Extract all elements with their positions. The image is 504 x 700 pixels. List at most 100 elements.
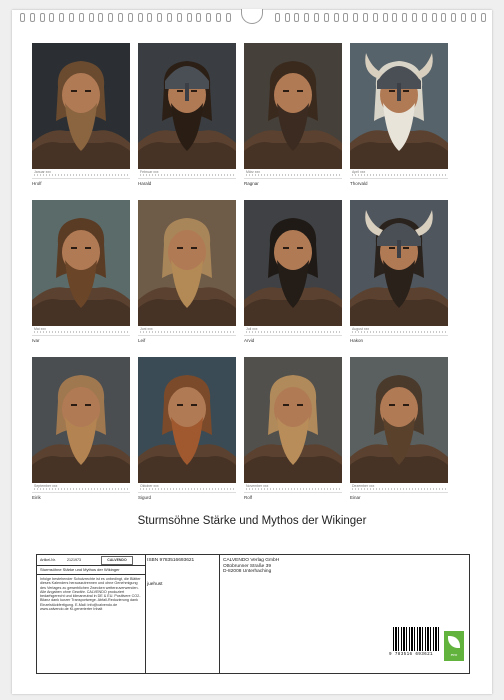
legal-notice: Infolge bestehender Schutzrechte ist es …: [40, 577, 141, 612]
viking-name: Ivar: [32, 338, 40, 343]
binding-ring: [49, 13, 55, 22]
binding-ring: [382, 13, 388, 22]
binding-ring: [225, 13, 231, 22]
binding-ring: [323, 13, 329, 22]
publisher-line: D-82008 Unterhaching: [223, 569, 272, 575]
binding-ring: [69, 13, 74, 22]
viking-portrait: [350, 43, 448, 169]
binding-ring: [29, 13, 35, 22]
binding-ring: [127, 13, 133, 22]
date-strip: Februar xxx: [138, 169, 236, 179]
day-grid: [246, 488, 340, 490]
binding-ring: [137, 13, 143, 22]
info-column-left: Artikel-Nr. 2121973 CALVENDO Sturmsöhne …: [37, 555, 146, 673]
date-strip: Januar xxx: [32, 169, 130, 179]
date-strip: April xxx: [350, 169, 448, 179]
binding-ring: [441, 13, 447, 22]
date-strip: Mai xxx: [32, 326, 130, 336]
binding-ring: [216, 13, 221, 22]
day-grid: [34, 174, 128, 176]
binding-ring: [284, 13, 290, 22]
date-strip: Dezember xxx: [350, 483, 448, 493]
viking-name: Hrolf: [32, 181, 42, 186]
viking-name: Arvid: [244, 338, 255, 343]
binding-ring: [304, 13, 310, 22]
viking-portrait: [138, 357, 236, 483]
info-column-middle: ISBN 9783516693621 juehust: [145, 555, 220, 673]
info-column-right: CALVENDO Verlag GmbH Ottobrunner Straße …: [219, 555, 469, 673]
article-number: 2121973: [67, 558, 81, 562]
binding-ring: [353, 13, 359, 22]
binding-ring: [108, 13, 114, 22]
day-grid: [140, 488, 234, 490]
binding-ring: [412, 13, 417, 22]
binding-ring: [118, 13, 123, 22]
short-title: Sturmsöhne Stärke und Mythos der Wikinge…: [40, 567, 120, 572]
spiral-binding: [12, 9, 492, 29]
day-grid: [34, 331, 128, 333]
binding-ring: [294, 13, 300, 22]
binding-ring: [274, 13, 280, 22]
viking-name: Harald: [138, 181, 152, 186]
short-title-row: Sturmsöhne Stärke und Mythos der Wikinge…: [37, 565, 145, 575]
binding-ring: [343, 13, 349, 22]
barcode-digits: 9 783516 693621: [389, 652, 433, 657]
viking-portrait: [32, 43, 130, 169]
binding-ring: [39, 13, 45, 22]
viking-portrait: [138, 200, 236, 326]
eco-badge: eco: [444, 631, 464, 661]
date-strip: März xxx: [244, 169, 342, 179]
publisher-address: CALVENDO Verlag GmbH Ottobrunner Straße …: [223, 558, 279, 575]
viking-portrait: [32, 357, 130, 483]
publisher-line: CALVENDO Verlag GmbH: [223, 558, 280, 563]
binding-ring: [431, 13, 437, 22]
product-info-box: Artikel-Nr. 2121973 CALVENDO Sturmsöhne …: [36, 554, 470, 674]
date-strip: August xxx: [350, 326, 448, 336]
viking-portrait: [244, 357, 342, 483]
binding-ring: [363, 13, 368, 22]
calendar-title: Sturmsöhne Stärke und Mythos der Wikinge…: [137, 515, 367, 527]
viking-portrait: [138, 43, 236, 169]
binding-ring: [20, 13, 25, 22]
binding-ring: [470, 13, 476, 22]
binding-ring: [480, 13, 486, 22]
binding-ring: [167, 13, 172, 22]
viking-name: Sigurd: [138, 495, 152, 500]
binding-ring: [333, 13, 339, 22]
binding-ring: [402, 13, 408, 22]
day-grid: [352, 174, 446, 176]
isbn: ISBN 9783516693621: [147, 558, 195, 563]
binding-ring: [147, 13, 153, 22]
day-grid: [34, 488, 128, 490]
binding-ring: [461, 13, 466, 22]
binding-ring: [372, 13, 378, 22]
day-grid: [140, 331, 234, 333]
eco-label: eco: [450, 652, 458, 657]
date-strip: Juni xxx: [138, 326, 236, 336]
binding-ring: [196, 13, 202, 22]
article-number-label: Artikel-Nr.: [40, 558, 56, 562]
binding-ring: [98, 13, 104, 22]
binding-ring: [421, 13, 427, 22]
viking-name: Eirik: [32, 495, 41, 500]
binding-ring: [176, 13, 182, 22]
date-strip: September xxx: [32, 483, 130, 493]
binding-ring: [392, 13, 398, 22]
date-strip: November xxx: [244, 483, 342, 493]
calendar-back-cover: Januar xxx Hrolf Februar xxx Harald März x…: [12, 9, 492, 694]
binding-ring: [314, 13, 319, 22]
day-grid: [246, 174, 340, 176]
viking-name: Leif: [138, 338, 146, 343]
viking-name: Rolf: [244, 495, 253, 500]
viking-portrait: [350, 200, 448, 326]
barcode-bars: [393, 627, 439, 651]
calvendo-logo: CALVENDO: [101, 556, 133, 565]
hanger-hook: [241, 9, 263, 24]
leaf-icon: [448, 636, 460, 648]
viking-name: Einar: [350, 495, 361, 500]
binding-ring: [88, 13, 94, 22]
author: juehust: [147, 582, 163, 587]
binding-ring: [206, 13, 212, 22]
day-grid: [352, 488, 446, 490]
barcode: 9 783516 693621: [389, 627, 439, 659]
